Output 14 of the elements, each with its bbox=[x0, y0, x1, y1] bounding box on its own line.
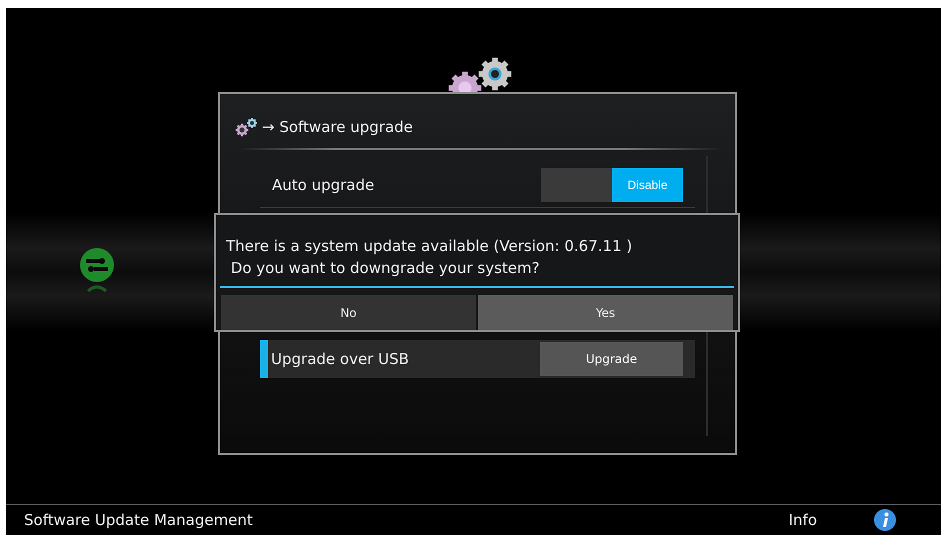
upgrade-button[interactable]: Upgrade bbox=[540, 342, 683, 376]
settings-row[interactable]: Auto upgrade Disable bbox=[260, 166, 695, 204]
dialog-button[interactable]: Yes bbox=[478, 295, 733, 330]
status-title: Software Update Management bbox=[24, 511, 254, 529]
toggle-knob: Disable bbox=[612, 168, 683, 202]
gears-icon bbox=[234, 117, 258, 137]
info-icon[interactable] bbox=[873, 508, 897, 532]
setting-label: Auto upgrade bbox=[272, 176, 376, 194]
info-label: Info bbox=[788, 511, 817, 529]
setting-label: Upgrade over USB bbox=[271, 350, 410, 368]
dialog-message: There is a system update available (Version: 0.67.11 ) Do you want to downgrade your system? bbox=[225, 236, 634, 279]
dialog-button[interactable]: No bbox=[221, 295, 476, 330]
panel-title: → Software upgrade bbox=[262, 118, 413, 136]
settings-row[interactable]: Upgrade over USB Upgrade bbox=[260, 340, 695, 378]
